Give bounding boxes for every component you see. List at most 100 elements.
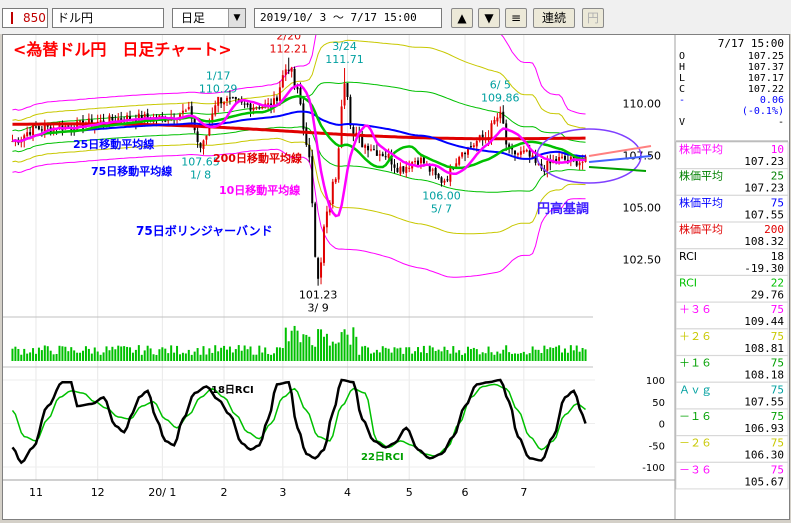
candle-body bbox=[581, 161, 584, 163]
candle-body bbox=[563, 155, 566, 160]
volume-bar bbox=[387, 348, 390, 361]
volume-bar bbox=[237, 345, 240, 361]
volume-bar bbox=[99, 354, 102, 361]
volume-bar bbox=[40, 350, 43, 361]
candle-body bbox=[37, 126, 40, 130]
volume-bar bbox=[93, 347, 96, 361]
volume-bar bbox=[214, 345, 217, 361]
volume-bar bbox=[196, 348, 199, 361]
xaxis-tick-label: 11 bbox=[29, 486, 43, 499]
volume-bar bbox=[46, 346, 49, 361]
volume-bar bbox=[220, 347, 223, 361]
yen-button[interactable]: 円 bbox=[582, 8, 604, 28]
indicator-name: 株価平均 bbox=[679, 169, 723, 183]
candle-body bbox=[399, 166, 402, 174]
candle-body bbox=[434, 167, 437, 176]
volume-bar bbox=[176, 345, 179, 361]
candle-body bbox=[40, 129, 43, 131]
toolbar: 850 ドル円 日足 ▼ 2019/10/ 3 ～ 7/17 15:00 ▲ ▼ … bbox=[0, 0, 791, 34]
candle-body bbox=[205, 135, 208, 140]
volume-bar bbox=[443, 346, 446, 361]
volume-bar bbox=[126, 346, 129, 361]
volume-bar bbox=[446, 349, 449, 361]
candle-body bbox=[519, 151, 522, 155]
chevron-down-icon[interactable]: ▼ bbox=[228, 9, 245, 27]
menu-button[interactable]: ≡ bbox=[505, 8, 527, 28]
volume-bar bbox=[370, 353, 372, 361]
chart-canvas[interactable]: 110.00107.50105.00102.50100500-50-100111… bbox=[3, 0, 789, 519]
volume-bar bbox=[143, 350, 146, 361]
instrument-name-field[interactable]: ドル円 bbox=[52, 8, 164, 28]
volume-bar bbox=[393, 347, 396, 361]
volume-bar bbox=[508, 352, 511, 361]
candle-body bbox=[546, 160, 549, 171]
volume-bar bbox=[581, 347, 584, 361]
volume-bar bbox=[411, 353, 414, 361]
date-range-field[interactable]: 2019/10/ 3 ～ 7/17 15:00 bbox=[254, 8, 442, 28]
volume-bar bbox=[511, 353, 514, 361]
scroll-down-button[interactable]: ▼ bbox=[478, 8, 500, 28]
candle-body bbox=[496, 117, 499, 122]
continuous-button[interactable]: 連続 bbox=[533, 8, 575, 28]
candle-body bbox=[214, 105, 217, 115]
volume-bar bbox=[543, 345, 546, 361]
panel-ohlc-value: 0.06 bbox=[760, 95, 784, 106]
volume-bar bbox=[522, 351, 525, 361]
price-label-date: 3/24 bbox=[332, 40, 357, 53]
volume-bar bbox=[325, 333, 328, 361]
volume-bar bbox=[193, 351, 196, 361]
volume-bar bbox=[120, 346, 123, 361]
volume-bar bbox=[43, 345, 46, 361]
xaxis-tick-label: 12 bbox=[91, 486, 105, 499]
candle-body bbox=[290, 67, 293, 72]
indicator-name: ＋３６ bbox=[679, 303, 712, 316]
candle-body bbox=[187, 107, 190, 110]
volume-bar bbox=[178, 354, 181, 361]
volume-bar bbox=[481, 352, 484, 361]
volume-bar bbox=[26, 353, 29, 361]
volume-bar bbox=[534, 349, 537, 361]
indicator-name: 株価平均 bbox=[679, 142, 723, 156]
candle-body bbox=[79, 120, 82, 122]
ma10-label: 10日移動平均線 bbox=[219, 183, 300, 197]
candle-body bbox=[352, 127, 355, 135]
candle-body bbox=[284, 69, 287, 75]
volume-bar bbox=[79, 352, 82, 361]
candle-body bbox=[317, 258, 320, 279]
volume-bar bbox=[493, 354, 496, 361]
candle-body bbox=[278, 87, 281, 101]
volume-bar bbox=[343, 329, 346, 361]
volume-bar bbox=[190, 354, 193, 361]
rci18-line bbox=[11, 378, 587, 465]
candle-body bbox=[320, 262, 323, 278]
volume-bar bbox=[422, 345, 425, 361]
volume-bar bbox=[452, 346, 455, 361]
candle-body bbox=[431, 169, 434, 171]
panel-ohlc-label: - bbox=[679, 95, 685, 106]
indicator-value: -19.30 bbox=[744, 262, 784, 275]
trend-line-green bbox=[588, 166, 647, 172]
price-label-date: 1/ 8 bbox=[190, 168, 211, 181]
rci-tick-label: 0 bbox=[659, 420, 665, 431]
yen-trend-label: 円高基調 bbox=[537, 201, 589, 217]
candle-body bbox=[561, 156, 564, 158]
candle-body bbox=[334, 179, 337, 183]
price-label-value: 109.86 bbox=[481, 91, 520, 104]
volume-bar bbox=[364, 345, 367, 361]
stock-code-field[interactable]: 850 bbox=[2, 8, 48, 28]
price-label-date: 2/20 bbox=[276, 35, 301, 43]
volume-bar bbox=[270, 354, 273, 361]
volume-bar bbox=[173, 352, 176, 361]
period-select[interactable]: 日足 ▼ bbox=[172, 8, 246, 28]
candle-body bbox=[261, 106, 264, 109]
volume-bar bbox=[575, 345, 578, 361]
scroll-up-button[interactable]: ▲ bbox=[451, 8, 473, 28]
indicator-value: 108.81 bbox=[744, 342, 784, 355]
volume-bar bbox=[320, 329, 323, 361]
volume-bar bbox=[437, 349, 440, 361]
volume-bar bbox=[417, 347, 420, 361]
indicator-value: 107.23 bbox=[744, 182, 784, 195]
volume-bar bbox=[502, 349, 505, 361]
volume-bar bbox=[352, 327, 355, 361]
volume-bar bbox=[275, 347, 278, 361]
